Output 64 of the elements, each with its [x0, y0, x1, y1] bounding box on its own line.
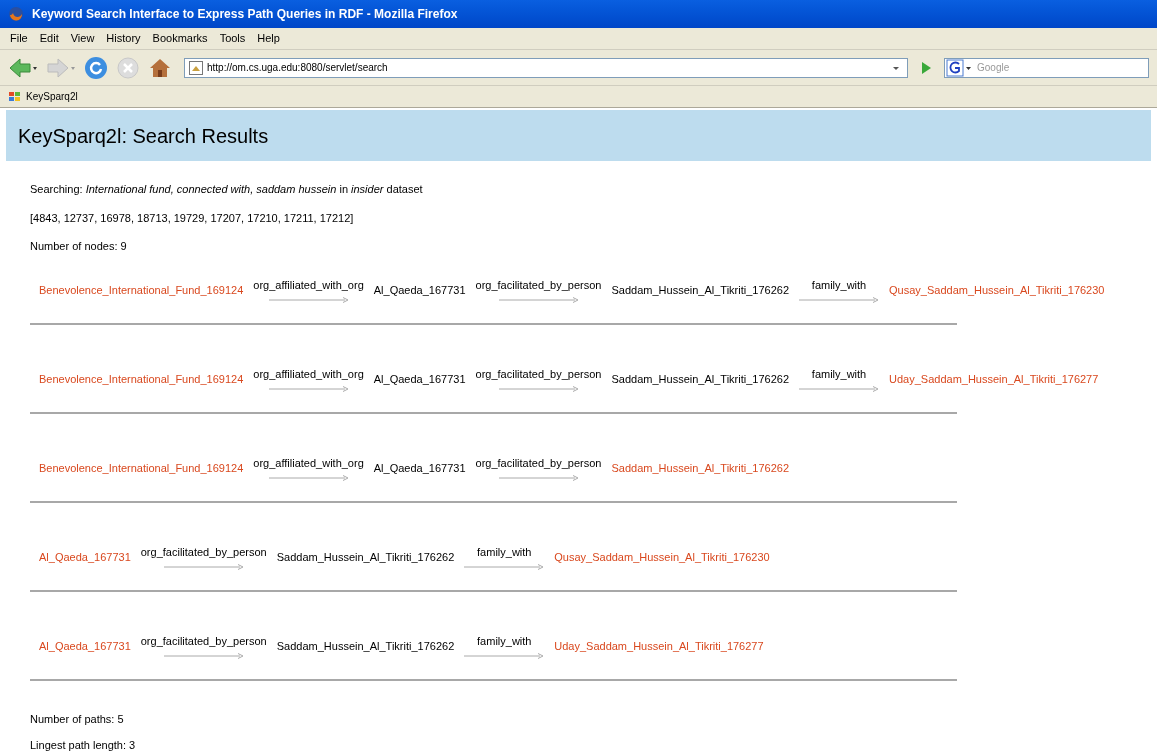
menu-item[interactable]: History — [100, 30, 147, 47]
page-heading: KeySparq2l: Search Results — [18, 123, 269, 149]
node-label: Benevolence_International_Fund_169124 — [39, 283, 244, 298]
node-label: Saddam_Hussein_Al_Tikriti_176262 — [611, 283, 790, 298]
arrow-icon — [799, 385, 880, 392]
node-label: Qusay_Saddam_Hussein_Al_Tikriti_176230 — [554, 550, 770, 565]
menu-item[interactable]: Tools — [213, 30, 252, 47]
path-count: Number of paths: 5 — [30, 711, 125, 727]
node-label: Saddam_Hussein_Al_Tikriti_176262 — [276, 550, 455, 565]
edge-label: org_affiliated_with_org — [253, 278, 364, 293]
arrow-icon — [268, 385, 349, 392]
windows-flag-icon — [8, 90, 22, 103]
node-label: Saddam_Hussein_Al_Tikriti_176262 — [611, 372, 790, 387]
edge-label: org_facilitated_by_person — [475, 278, 602, 293]
node-label: Uday_Saddam_Hussein_Al_Tikriti_176277 — [554, 639, 764, 654]
node-label: Benevolence_International_Fund_169124 — [39, 372, 244, 387]
arrow-icon — [464, 652, 545, 659]
address-bar[interactable]: http://om.cs.uga.edu:8080/servlet/search — [184, 57, 908, 78]
edge-label: family_with — [477, 545, 532, 560]
node-label: Saddam_Hussein_Al_Tikriti_176262 — [276, 639, 455, 654]
edge-label: org_facilitated_by_person — [140, 634, 267, 649]
longest-path-length: Lingest path length: 3 — [30, 738, 137, 753]
node-label: Benevolence_International_Fund_169124 — [39, 461, 244, 476]
arrow-icon — [799, 296, 880, 303]
arrow-icon — [498, 474, 579, 481]
edge-label: family_with — [811, 278, 867, 293]
edge-label: org_affiliated_with_org — [253, 367, 364, 382]
arrow-icon — [268, 296, 349, 303]
node-count: Number of nodes: 9 — [30, 239, 128, 254]
arrow-icon — [464, 563, 545, 570]
node-id-list: [4843, 12737, 16978, 18713, 19729, 17207, 17210, 17211, 17212] — [30, 209, 1151, 226]
bookmark-link[interactable]: KeySparq2l — [26, 89, 78, 104]
node-label: Uday_Saddam_Hussein_Al_Tikriti_176277 — [889, 372, 1099, 387]
menu-item[interactable]: File — [4, 30, 34, 47]
node-label: Saddam_Hussein_Al_Tikriti_176262 — [611, 461, 790, 476]
node-label: Al_Qaeda_167731 — [39, 639, 131, 654]
arrow-icon — [498, 385, 579, 392]
node-label: Al_Qaeda_167731 — [373, 461, 466, 476]
node-label: Al_Qaeda_167731 — [39, 550, 131, 565]
node-label: Qusay_Saddam_Hussein_Al_Tikriti_176230 — [889, 283, 1105, 298]
edge-label: org_facilitated_by_person — [475, 456, 602, 471]
edge-label: org_facilitated_by_person — [140, 545, 267, 560]
window-title: Keyword Search Interface to Express Path Queries in RDF - Mozilla Firefox — [32, 6, 458, 23]
menu-item[interactable]: Help — [251, 30, 286, 47]
menu-item[interactable]: Bookmarks — [146, 30, 214, 47]
search-description: Searching: International fund, connected with, saddam hussein in insider dataset — [30, 182, 424, 197]
back-icon[interactable] — [8, 56, 38, 79]
edge-label: org_facilitated_by_person — [475, 367, 602, 382]
search-engine-icon[interactable] — [945, 58, 973, 77]
edge-label: family_with — [477, 634, 532, 649]
search-field[interactable]: Google — [944, 57, 1149, 78]
edge-label: family_with — [811, 367, 867, 382]
node-label: Al_Qaeda_167731 — [373, 283, 466, 298]
arrow-icon — [163, 563, 244, 570]
arrow-icon — [498, 296, 579, 303]
search-input[interactable]: Google — [977, 60, 1148, 75]
page-icon — [189, 60, 203, 75]
reload-icon[interactable] — [84, 55, 108, 80]
menu-item[interactable]: View — [64, 30, 101, 47]
arrow-icon — [163, 652, 244, 659]
arrow-icon — [268, 474, 349, 481]
node-label: Al_Qaeda_167731 — [373, 372, 466, 387]
menu-item[interactable]: Edit — [33, 30, 65, 47]
edge-label: org_affiliated_with_org — [253, 456, 364, 471]
